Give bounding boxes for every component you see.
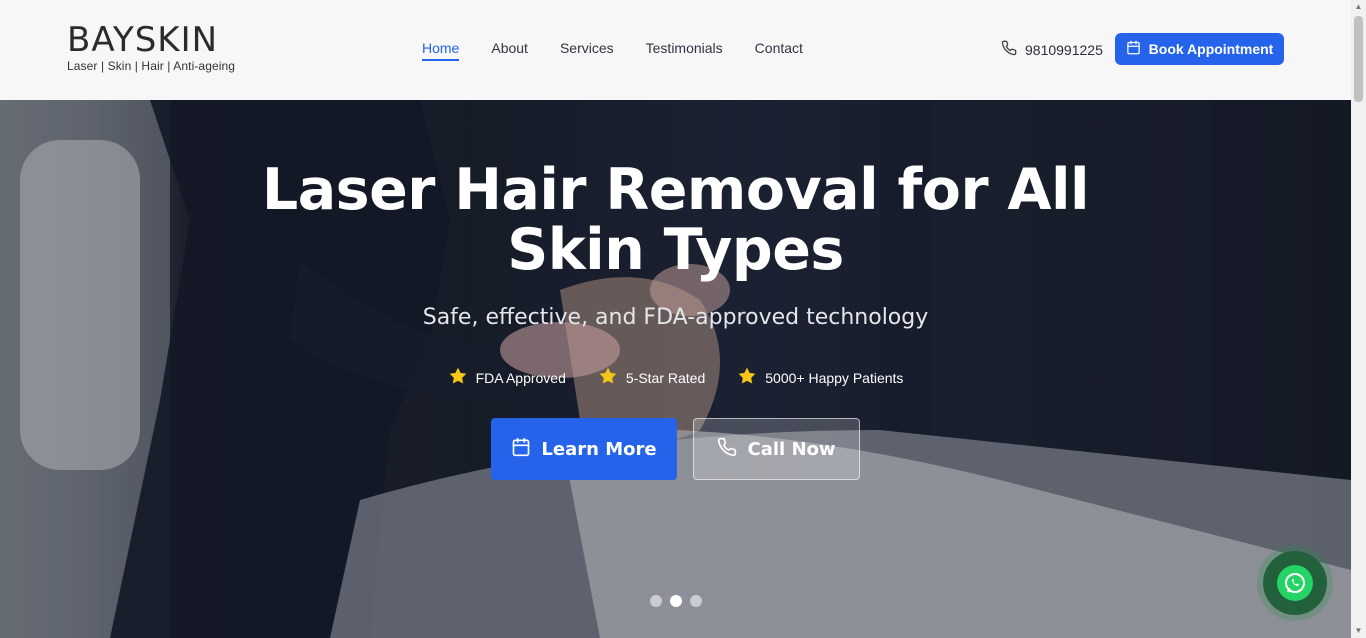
- scroll-up-arrow[interactable]: ▲: [1351, 0, 1366, 14]
- slide-dot-1[interactable]: [650, 595, 662, 607]
- star-icon: [448, 366, 468, 389]
- phone-icon: [717, 437, 737, 462]
- book-appointment-button[interactable]: Book Appointment: [1115, 33, 1284, 65]
- nav-testimonials[interactable]: Testimonials: [646, 40, 723, 61]
- site-header: BAYSKIN Laser | Skin | Hair | Anti-agein…: [0, 0, 1351, 100]
- phone-number: 9810991225: [1025, 41, 1103, 58]
- phone-icon: [1001, 40, 1017, 59]
- badge-label: 5000+ Happy Patients: [765, 369, 904, 386]
- badge-label: 5-Star Rated: [625, 369, 706, 386]
- call-now-button[interactable]: Call Now: [693, 418, 860, 480]
- logo[interactable]: BAYSKIN Laser | Skin | Hair | Anti-agein…: [67, 22, 235, 73]
- calendar-icon: [511, 437, 531, 462]
- main-nav: Home About Services Testimonials Contact: [422, 40, 803, 61]
- slide-dot-3[interactable]: [690, 595, 702, 607]
- hero-title-line-1: Laser Hair Removal for All: [261, 157, 1090, 223]
- star-icon: [598, 366, 618, 389]
- hero-section: Laser Hair Removal for All Skin Types Sa…: [0, 100, 1351, 638]
- logo-tagline: Laser | Skin | Hair | Anti-ageing: [67, 59, 236, 73]
- learn-more-label: Learn More: [541, 438, 657, 460]
- header-phone[interactable]: 9810991225: [1001, 40, 1103, 59]
- call-now-label: Call Now: [747, 438, 836, 460]
- whatsapp-button[interactable]: [1263, 551, 1327, 615]
- star-icon: [737, 366, 757, 389]
- badge-fda: FDA Approved: [448, 366, 566, 389]
- calendar-icon: [1126, 40, 1141, 58]
- whatsapp-icon: [1277, 565, 1313, 601]
- scroll-thumb[interactable]: [1354, 16, 1363, 102]
- badge-patients: 5000+ Happy Patients: [737, 366, 903, 389]
- page-scrollbar[interactable]: ▲ ▼: [1351, 0, 1366, 638]
- slide-dot-2[interactable]: [670, 595, 682, 607]
- logo-title: BAYSKIN: [67, 20, 219, 60]
- learn-more-button[interactable]: Learn More: [491, 418, 677, 480]
- nav-about[interactable]: About: [491, 40, 528, 61]
- hero-subtitle: Safe, effective, and FDA-approved techno…: [422, 305, 929, 330]
- badge-rating: 5-Star Rated: [598, 366, 705, 389]
- nav-home[interactable]: Home: [422, 40, 460, 61]
- badge-label: FDA Approved: [475, 369, 566, 386]
- scroll-down-arrow[interactable]: ▼: [1351, 624, 1366, 638]
- nav-contact[interactable]: Contact: [755, 40, 803, 61]
- hero-title: Laser Hair Removal for All Skin Types: [0, 160, 1351, 280]
- book-appointment-label: Book Appointment: [1148, 41, 1274, 57]
- trust-badges: FDA Approved 5-Star Rated 5000+ Happy Pa…: [0, 366, 1351, 389]
- hero-title-line-2: Skin Types: [507, 217, 844, 283]
- slider-dots: [650, 595, 702, 607]
- nav-services[interactable]: Services: [560, 40, 614, 61]
